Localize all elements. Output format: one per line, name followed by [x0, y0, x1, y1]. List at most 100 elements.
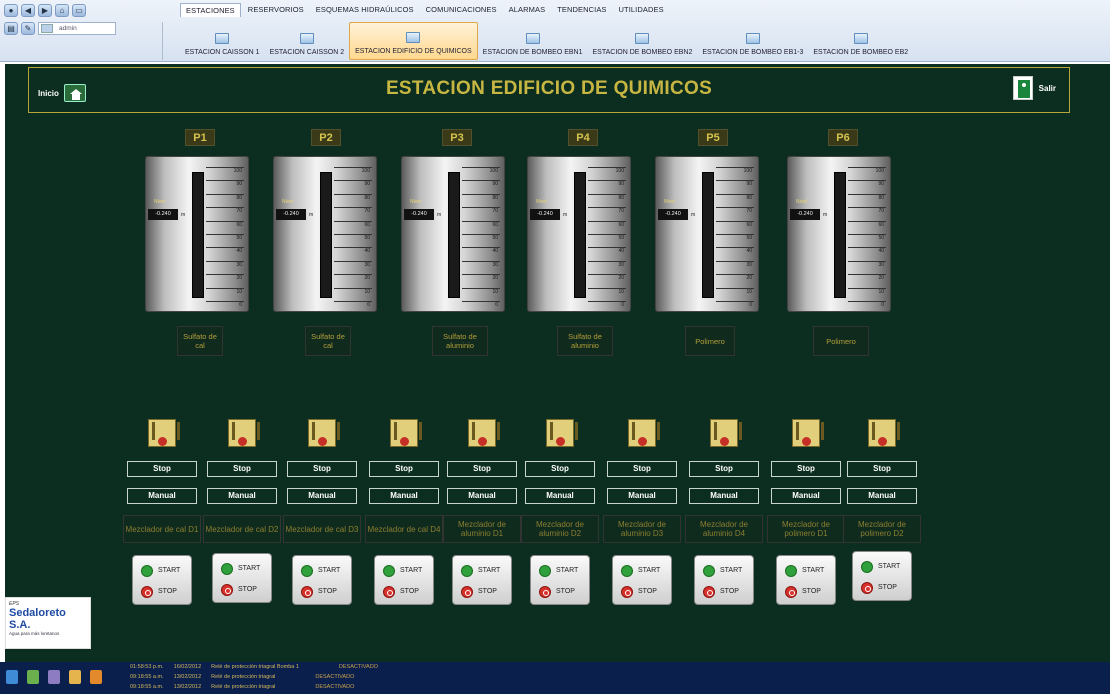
start-button[interactable]: START — [141, 560, 191, 581]
menu-tab-comunicaciones[interactable]: COMUNICACIONES — [421, 3, 502, 17]
mixer-mode-indicator[interactable]: Manual — [127, 488, 197, 504]
stop-button[interactable]: STOP — [141, 581, 191, 602]
stop-button[interactable]: STOP — [785, 581, 835, 602]
start-label: START — [158, 567, 181, 574]
mixer-state-indicator: Stop — [525, 461, 595, 477]
menu-tab-estaciones[interactable]: ESTACIONES — [180, 3, 241, 17]
mixer-mode-indicator[interactable]: Manual — [771, 488, 841, 504]
station-tab-eb1-3[interactable]: ESTACION DE BOMBEO EB1-3 — [697, 22, 808, 60]
mixer-mode-indicator[interactable]: Manual — [287, 488, 357, 504]
stop-button[interactable]: STOP — [383, 581, 433, 602]
alarm-row[interactable]: 01:58:53 p.m. 16/02/2012 Relé de protecció… — [130, 662, 378, 672]
start-icon — [785, 564, 797, 577]
station-tab-caisson-1[interactable]: ESTACION CAISSON 1 — [180, 22, 265, 60]
tank-p4[interactable]: Nivel -0.240 m 100 90 80 70 60 50 40 30 20 10 0 — [527, 156, 631, 312]
station-tab-eb2[interactable]: ESTACION DE BOMBEO EB2 — [808, 22, 913, 60]
stop-label: STOP — [802, 588, 821, 595]
mixer-icon[interactable] — [628, 419, 660, 447]
mixer-mode-indicator[interactable]: Manual — [689, 488, 759, 504]
chart-icon[interactable] — [27, 670, 39, 684]
user-field[interactable]: admin — [38, 22, 116, 35]
tank-p2[interactable]: Nivel -0.240 m 100 90 80 70 60 50 40 30 20 10 0 — [273, 156, 377, 312]
start-label: START — [238, 565, 261, 572]
scale-tick: 60 — [206, 220, 244, 234]
mixer-9: Stop Manual Mezclador de polimero D1 START S… — [767, 419, 845, 605]
mixer-icon[interactable] — [868, 419, 900, 447]
station-tab-ebn2[interactable]: ESTACION DE BOMBEO EBN2 — [588, 22, 698, 60]
tools-icon[interactable]: ✎ — [21, 22, 35, 35]
station-tab-edificio-quimicos[interactable]: ESTACION EDIFICIO DE QUIMICOS — [349, 22, 478, 60]
mixer-mode-indicator[interactable]: Manual — [207, 488, 277, 504]
menu-tab-utilidades[interactable]: UTILIDADES — [614, 3, 669, 17]
start-label: START — [400, 567, 423, 574]
start-button[interactable]: START — [539, 560, 589, 581]
scale-tick: 70 — [206, 207, 244, 220]
scale-tick: 70 — [588, 207, 626, 220]
mixer-mode-indicator[interactable]: Manual — [525, 488, 595, 504]
start-button[interactable]: START — [383, 560, 433, 581]
level-unit: m — [823, 212, 828, 218]
station-tab-label: ESTACION CAISSON 2 — [269, 49, 345, 56]
print-icon[interactable]: ▤ — [4, 22, 18, 35]
station-tab-caisson-2[interactable]: ESTACION CAISSON 2 — [265, 22, 350, 60]
stop-button[interactable]: STOP — [703, 581, 753, 602]
mixer-icon[interactable] — [308, 419, 340, 447]
mixer-icon[interactable] — [148, 419, 180, 447]
mixer-10: Stop Manual Mezclador de polimero D2 START S… — [843, 419, 921, 601]
menu-tab-reservorios[interactable]: RESERVORIOS — [243, 3, 309, 17]
start-button[interactable]: START — [785, 560, 835, 581]
mixer-icon[interactable] — [390, 419, 422, 447]
mixer-mode-indicator[interactable]: Manual — [369, 488, 439, 504]
mixer-name-text: Mezclador de cal D2 — [205, 524, 279, 534]
scale-tick: 10 — [334, 287, 372, 301]
mixer-state-indicator: Stop — [447, 461, 517, 477]
scale-tick: 90 — [588, 180, 626, 193]
stop-button[interactable]: STOP — [301, 581, 351, 602]
stop-button[interactable]: STOP — [461, 581, 511, 602]
stop-button[interactable]: STOP — [221, 579, 271, 600]
nav-forward-icon[interactable]: ▶ — [38, 3, 52, 17]
start-button[interactable]: START — [861, 556, 911, 577]
start-button[interactable]: START — [221, 558, 271, 579]
mixer-icon[interactable] — [546, 419, 578, 447]
menu-tab-esquemas[interactable]: ESQUEMAS HIDRAÚLICOS — [311, 3, 419, 17]
home-toolbar-icon[interactable]: ⌂ — [55, 3, 69, 17]
tank-p3[interactable]: Nivel -0.240 m 100 90 80 70 60 50 40 30 20 10 0 — [401, 156, 505, 312]
stop-button[interactable]: STOP — [539, 581, 589, 602]
mixer-icon[interactable] — [468, 419, 500, 447]
mixer-name: Mezclador de polimero D2 — [843, 515, 921, 543]
scale-tick: 80 — [848, 193, 886, 207]
level-value: -0.240 — [790, 209, 820, 220]
tank-p6[interactable]: Nivel -0.240 m 100 90 80 70 60 50 40 30 20 10 0 — [787, 156, 891, 312]
report-icon[interactable] — [48, 670, 60, 684]
stop-label: STOP — [638, 588, 657, 595]
window-icon[interactable]: ▭ — [72, 3, 86, 17]
alarm-row[interactable]: 09:18:55 a.m. 13/02/2012 Relé de protecció… — [130, 682, 378, 692]
tank-p5[interactable]: Nivel -0.240 m 100 90 80 70 60 50 40 30 20 10 0 — [655, 156, 759, 312]
nav-back-icon[interactable]: ◀ — [21, 3, 35, 17]
mixer-mode-indicator[interactable]: Manual — [447, 488, 517, 504]
settings-icon[interactable] — [69, 670, 81, 684]
mixer-mode-indicator[interactable]: Manual — [607, 488, 677, 504]
start-button[interactable]: START — [703, 560, 753, 581]
scale-tick: 30 — [206, 260, 244, 274]
stop-button[interactable]: STOP — [621, 581, 671, 602]
start-button[interactable]: START — [621, 560, 671, 581]
start-button[interactable]: START — [461, 560, 511, 581]
tank-p1[interactable]: Nivel -0.240 m 100 90 80 70 60 50 40 30 20 10 0 — [145, 156, 249, 312]
start-button[interactable]: START — [301, 560, 351, 581]
warning-icon[interactable] — [90, 670, 102, 684]
trend-icon[interactable] — [6, 670, 18, 684]
mixer-icon[interactable] — [710, 419, 742, 447]
start-icon — [221, 562, 233, 575]
alarm-row[interactable]: 09:18:55 a.m. 13/02/2012 Relé de protecció… — [130, 672, 378, 682]
stop-button[interactable]: STOP — [861, 577, 911, 598]
mixer-icon[interactable] — [792, 419, 824, 447]
station-tab-ebn1[interactable]: ESTACION DE BOMBEO EBN1 — [478, 22, 588, 60]
menu-tab-alarmas[interactable]: ALARMAS — [504, 3, 551, 17]
mixer-mode-indicator[interactable]: Manual — [847, 488, 917, 504]
app-menu-icon[interactable]: ● — [4, 3, 18, 17]
exit-button[interactable]: Salir — [1012, 76, 1056, 100]
menu-tab-tendencias[interactable]: TENDENCIAS — [552, 3, 611, 17]
mixer-icon[interactable] — [228, 419, 260, 447]
